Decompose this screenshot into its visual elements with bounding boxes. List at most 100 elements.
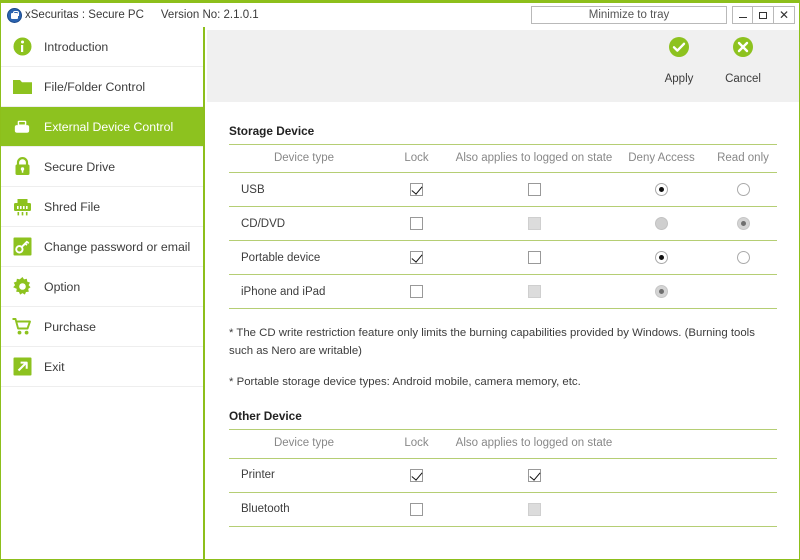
read-only-cell xyxy=(709,240,777,276)
sidebar-item-exit[interactable]: Exit xyxy=(1,347,203,387)
lock-checkbox[interactable] xyxy=(410,251,423,265)
column-header: Also applies to logged on state xyxy=(454,143,614,174)
column-header: Device type xyxy=(229,143,379,174)
gear-icon xyxy=(12,277,32,297)
lock-checkbox[interactable] xyxy=(410,468,423,482)
other-section-title: Other Device xyxy=(229,409,302,424)
shredder-icon xyxy=(12,197,32,217)
apply-button[interactable]: Apply xyxy=(647,36,711,85)
deny-access-radio xyxy=(655,217,668,231)
other-table-body: Printer Bluetooth xyxy=(229,458,777,527)
column-header: Also applies to logged on state xyxy=(454,429,614,459)
minimize-icon xyxy=(738,17,747,18)
also-applies-checkbox[interactable] xyxy=(527,468,541,482)
sidebar-item-label: Shred File xyxy=(44,199,101,214)
table-row: Portable device xyxy=(229,240,777,276)
content-area: Apply Cancel Storage Device Device type L… xyxy=(207,27,799,559)
sidebar-navigation: Introduction File/Folder Control External … xyxy=(1,27,205,559)
deny-access-radio xyxy=(655,285,668,299)
key-icon xyxy=(12,237,32,257)
note-spacer xyxy=(229,361,777,374)
read-only-cell xyxy=(709,172,777,208)
lock-checkbox[interactable] xyxy=(410,183,423,197)
read-only-radio xyxy=(736,217,750,231)
deny-access-radio[interactable] xyxy=(655,183,668,197)
device-type-cell: Printer xyxy=(229,458,379,493)
spacer-cell xyxy=(614,458,777,493)
sidebar-item-external-device-control[interactable]: External Device Control xyxy=(1,107,203,147)
also-applies-checkbox xyxy=(527,502,541,516)
table-row: Bluetooth xyxy=(229,492,777,527)
other-device-section: Other Device Device type Lock Also applies… xyxy=(229,409,777,527)
sidebar-item-label: File/Folder Control xyxy=(44,79,146,94)
also-applies-cell xyxy=(454,458,614,493)
storage-table-body: USB CD/DVD Portable device iPhone and iPad xyxy=(229,172,777,310)
sidebar-item-label: Change password or email xyxy=(44,239,191,254)
lock-checkbox[interactable] xyxy=(410,502,423,516)
maximize-button[interactable] xyxy=(753,6,774,24)
window-title: xSecuritas : Secure PC xyxy=(25,9,144,21)
app-logo-icon xyxy=(7,7,22,23)
device-type-cell: Bluetooth xyxy=(229,492,379,527)
title-bar-controls: Minimize to tray ✕ xyxy=(531,6,795,24)
lock-cell xyxy=(379,492,454,527)
read-only-cell xyxy=(709,206,777,242)
read-only-radio[interactable] xyxy=(736,251,750,265)
lock-cell xyxy=(379,172,454,208)
maximize-icon xyxy=(759,11,767,19)
folder-icon xyxy=(12,77,32,97)
close-button[interactable]: ✕ xyxy=(774,6,795,24)
storage-device-table: Device type Lock Also applies to logged on… xyxy=(229,143,777,310)
application-window: xSecuritas : Secure PC Version No: 2.1.0… xyxy=(0,0,800,560)
note-portable-types: * Portable storage device types: Android… xyxy=(229,375,581,388)
also-applies-cell xyxy=(454,172,614,208)
deny-access-cell xyxy=(614,274,709,310)
also-applies-cell xyxy=(454,492,614,527)
lock-cell xyxy=(379,458,454,493)
deny-access-radio[interactable] xyxy=(655,251,668,265)
apply-label: Apply xyxy=(664,73,694,85)
table-row: CD/DVD xyxy=(229,206,777,242)
also-applies-checkbox[interactable] xyxy=(527,183,541,197)
other-table-header: Device type Lock Also applies to logged on… xyxy=(229,429,777,459)
sidebar-item-introduction[interactable]: Introduction xyxy=(1,27,203,67)
lock-cell xyxy=(379,206,454,242)
sidebar-item-change-password-or-email[interactable]: Change password or email xyxy=(1,227,203,267)
other-device-table: Device type Lock Also applies to logged on… xyxy=(229,429,777,527)
settings-panel: Storage Device Device type Lock Also appli… xyxy=(207,102,799,559)
column-header: Read only xyxy=(709,143,777,174)
lock-checkbox[interactable] xyxy=(410,217,423,231)
sidebar-item-label: Option xyxy=(44,279,81,294)
action-toolbar: Apply Cancel xyxy=(207,30,799,102)
sidebar-item-secure-drive[interactable]: Secure Drive xyxy=(1,147,203,187)
minimize-button[interactable] xyxy=(732,6,753,24)
check-circle-icon xyxy=(668,36,690,58)
cross-circle-icon xyxy=(732,36,754,58)
lock-icon xyxy=(12,157,32,177)
minimize-to-tray-button[interactable]: Minimize to tray xyxy=(531,6,727,24)
exit-arrow-icon xyxy=(12,357,32,377)
read-only-radio[interactable] xyxy=(736,183,750,197)
sidebar-item-file-folder-control[interactable]: File/Folder Control xyxy=(1,67,203,107)
also-applies-cell xyxy=(454,240,614,276)
lock-checkbox[interactable] xyxy=(410,285,423,299)
read-only-cell xyxy=(709,274,777,310)
title-bar: xSecuritas : Secure PC Version No: 2.1.0… xyxy=(1,3,799,27)
deny-access-cell xyxy=(614,240,709,276)
also-applies-cell xyxy=(454,274,614,310)
column-header: Device type xyxy=(229,429,379,459)
sidebar-item-label: Exit xyxy=(44,359,65,374)
column-header: Lock xyxy=(379,429,454,459)
also-applies-checkbox[interactable] xyxy=(527,251,541,265)
sidebar-item-shred-file[interactable]: Shred File xyxy=(1,187,203,227)
table-row: Printer xyxy=(229,458,777,493)
column-header-spacer xyxy=(614,429,777,459)
sidebar-item-option[interactable]: Option xyxy=(1,267,203,307)
usb-icon xyxy=(12,117,32,137)
sidebar-item-purchase[interactable]: Purchase xyxy=(1,307,203,347)
close-icon: ✕ xyxy=(778,8,790,22)
cancel-button[interactable]: Cancel xyxy=(711,36,775,85)
sidebar-item-label: External Device Control xyxy=(44,119,174,134)
version-label: Version No: 2.1.0.1 xyxy=(160,9,259,21)
device-type-cell: USB xyxy=(229,172,379,208)
